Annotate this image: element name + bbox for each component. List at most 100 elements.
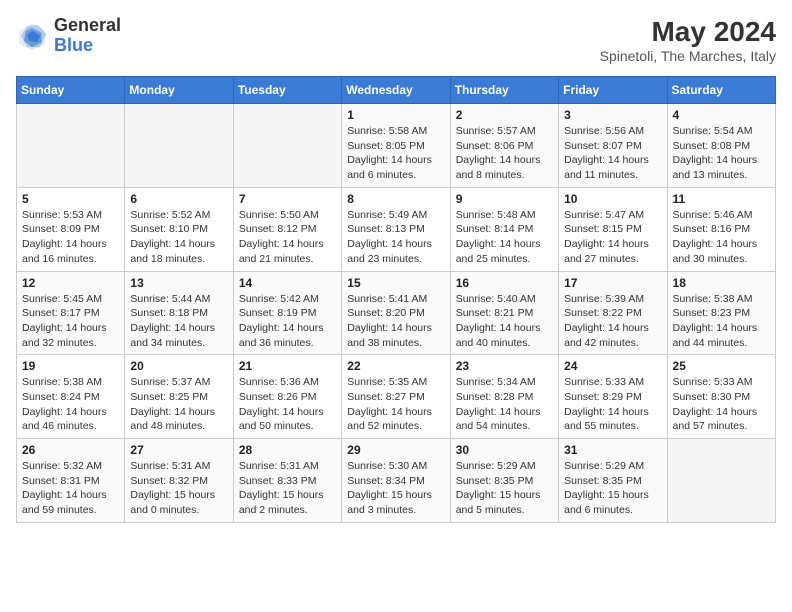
day-info: Sunrise: 5:41 AM Sunset: 8:20 PM Dayligh…: [347, 292, 444, 351]
day-info: Sunrise: 5:30 AM Sunset: 8:34 PM Dayligh…: [347, 459, 444, 518]
day-number: 25: [673, 359, 770, 373]
day-number: 29: [347, 443, 444, 457]
day-number: 8: [347, 192, 444, 206]
day-number: 20: [130, 359, 227, 373]
week-row-2: 5 Sunrise: 5:53 AM Sunset: 8:09 PM Daylig…: [17, 187, 776, 271]
day-number: 21: [239, 359, 336, 373]
day-cell: 26Sunrise: 5:32 AM Sunset: 8:31 PM Dayli…: [17, 439, 125, 523]
day-number: 27: [130, 443, 227, 457]
day-cell: 31Sunrise: 5:29 AM Sunset: 8:35 PM Dayli…: [559, 439, 667, 523]
day-info: Sunrise: 5:33 AM Sunset: 8:30 PM Dayligh…: [673, 375, 770, 434]
day-info: Sunrise: 5:29 AM Sunset: 8:35 PM Dayligh…: [456, 459, 553, 518]
day-info: Sunrise: 5:47 AM Sunset: 8:15 PM Dayligh…: [564, 208, 661, 267]
day-cell: [233, 104, 341, 188]
day-info: Sunrise: 5:40 AM Sunset: 8:21 PM Dayligh…: [456, 292, 553, 351]
day-cell: 23 Sunrise: 5:34 AM Sunset: 8:28 PM Dayli…: [450, 355, 558, 439]
day-info: Sunrise: 5:36 AM Sunset: 8:26 PM Dayligh…: [239, 375, 336, 434]
day-cell: 18 Sunrise: 5:38 AM Sunset: 8:23 PM Dayli…: [667, 271, 775, 355]
day-number: 11: [673, 192, 770, 206]
day-cell: 16 Sunrise: 5:40 AM Sunset: 8:21 PM Dayli…: [450, 271, 558, 355]
day-cell: 4 Sunrise: 5:54 AM Sunset: 8:08 PM Daylig…: [667, 104, 775, 188]
day-number: 12: [22, 276, 119, 290]
day-number: 9: [456, 192, 553, 206]
logo-blue: Blue: [54, 35, 93, 55]
day-number: 24: [564, 359, 661, 373]
day-cell: 7Sunrise: 5:50 AM Sunset: 8:12 PM Daylig…: [233, 187, 341, 271]
day-number: 13: [130, 276, 227, 290]
day-cell: 12 Sunrise: 5:45 AM Sunset: 8:17 PM Dayli…: [17, 271, 125, 355]
day-info: Sunrise: 5:42 AM Sunset: 8:19 PM Dayligh…: [239, 292, 336, 351]
week-row-1: 1 Sunrise: 5:58 AM Sunset: 8:05 PM Daylig…: [17, 104, 776, 188]
day-number: 1: [347, 108, 444, 122]
day-info: Sunrise: 5:34 AM Sunset: 8:28 PM Dayligh…: [456, 375, 553, 434]
day-cell: 17Sunrise: 5:39 AM Sunset: 8:22 PM Dayli…: [559, 271, 667, 355]
day-info: Sunrise: 5:53 AM Sunset: 8:09 PM Dayligh…: [22, 208, 119, 267]
day-info: Sunrise: 5:33 AM Sunset: 8:29 PM Dayligh…: [564, 375, 661, 434]
day-cell: 15Sunrise: 5:41 AM Sunset: 8:20 PM Dayli…: [342, 271, 450, 355]
day-info: Sunrise: 5:44 AM Sunset: 8:18 PM Dayligh…: [130, 292, 227, 351]
col-header-sunday: Sunday: [17, 77, 125, 104]
col-header-tuesday: Tuesday: [233, 77, 341, 104]
location: Spinetoli, The Marches, Italy: [600, 48, 776, 64]
day-info: Sunrise: 5:45 AM Sunset: 8:17 PM Dayligh…: [22, 292, 119, 351]
logo-icon: [16, 20, 48, 52]
day-number: 28: [239, 443, 336, 457]
day-cell: 9 Sunrise: 5:48 AM Sunset: 8:14 PM Daylig…: [450, 187, 558, 271]
day-cell: 6 Sunrise: 5:52 AM Sunset: 8:10 PM Daylig…: [125, 187, 233, 271]
day-cell: 29 Sunrise: 5:30 AM Sunset: 8:34 PM Dayli…: [342, 439, 450, 523]
day-cell: 1 Sunrise: 5:58 AM Sunset: 8:05 PM Daylig…: [342, 104, 450, 188]
day-cell: 10 Sunrise: 5:47 AM Sunset: 8:15 PM Dayli…: [559, 187, 667, 271]
day-info: Sunrise: 5:35 AM Sunset: 8:27 PM Dayligh…: [347, 375, 444, 434]
day-number: 16: [456, 276, 553, 290]
day-number: 7: [239, 192, 336, 206]
day-cell: [667, 439, 775, 523]
day-cell: 8 Sunrise: 5:49 AM Sunset: 8:13 PM Daylig…: [342, 187, 450, 271]
day-info: Sunrise: 5:38 AM Sunset: 8:23 PM Dayligh…: [673, 292, 770, 351]
day-number: 3: [564, 108, 661, 122]
day-cell: 20 Sunrise: 5:37 AM Sunset: 8:25 PM Dayli…: [125, 355, 233, 439]
day-info: Sunrise: 5:31 AM Sunset: 8:32 PM Dayligh…: [130, 459, 227, 518]
calendar-table: SundayMondayTuesdayWednesdayThursdayFrid…: [16, 76, 776, 523]
day-cell: 11 Sunrise: 5:46 AM Sunset: 8:16 PM Dayli…: [667, 187, 775, 271]
day-cell: 30 Sunrise: 5:29 AM Sunset: 8:35 PM Dayli…: [450, 439, 558, 523]
col-header-friday: Friday: [559, 77, 667, 104]
week-row-3: 12 Sunrise: 5:45 AM Sunset: 8:17 PM Dayli…: [17, 271, 776, 355]
week-row-4: 19 Sunrise: 5:38 AM Sunset: 8:24 PM Dayli…: [17, 355, 776, 439]
day-cell: [17, 104, 125, 188]
day-info: Sunrise: 5:29 AM Sunset: 8:35 PM Dayligh…: [564, 459, 661, 518]
col-header-thursday: Thursday: [450, 77, 558, 104]
day-cell: 22Sunrise: 5:35 AM Sunset: 8:27 PM Dayli…: [342, 355, 450, 439]
day-info: Sunrise: 5:49 AM Sunset: 8:13 PM Dayligh…: [347, 208, 444, 267]
day-info: Sunrise: 5:37 AM Sunset: 8:25 PM Dayligh…: [130, 375, 227, 434]
day-info: Sunrise: 5:52 AM Sunset: 8:10 PM Dayligh…: [130, 208, 227, 267]
day-info: Sunrise: 5:38 AM Sunset: 8:24 PM Dayligh…: [22, 375, 119, 434]
day-cell: 13 Sunrise: 5:44 AM Sunset: 8:18 PM Dayli…: [125, 271, 233, 355]
day-info: Sunrise: 5:54 AM Sunset: 8:08 PM Dayligh…: [673, 124, 770, 183]
day-info: Sunrise: 5:48 AM Sunset: 8:14 PM Dayligh…: [456, 208, 553, 267]
day-info: Sunrise: 5:32 AM Sunset: 8:31 PM Dayligh…: [22, 459, 119, 518]
day-number: 18: [673, 276, 770, 290]
col-header-monday: Monday: [125, 77, 233, 104]
day-cell: 5 Sunrise: 5:53 AM Sunset: 8:09 PM Daylig…: [17, 187, 125, 271]
day-number: 30: [456, 443, 553, 457]
day-info: Sunrise: 5:58 AM Sunset: 8:05 PM Dayligh…: [347, 124, 444, 183]
day-info: Sunrise: 5:57 AM Sunset: 8:06 PM Dayligh…: [456, 124, 553, 183]
day-cell: 25 Sunrise: 5:33 AM Sunset: 8:30 PM Dayli…: [667, 355, 775, 439]
day-cell: 14 Sunrise: 5:42 AM Sunset: 8:19 PM Dayli…: [233, 271, 341, 355]
day-cell: [125, 104, 233, 188]
logo-text: General Blue: [54, 16, 121, 56]
day-number: 6: [130, 192, 227, 206]
day-info: Sunrise: 5:46 AM Sunset: 8:16 PM Dayligh…: [673, 208, 770, 267]
day-cell: 27 Sunrise: 5:31 AM Sunset: 8:32 PM Dayli…: [125, 439, 233, 523]
logo: General Blue: [16, 16, 121, 56]
header-row: SundayMondayTuesdayWednesdayThursdayFrid…: [17, 77, 776, 104]
day-cell: 3Sunrise: 5:56 AM Sunset: 8:07 PM Daylig…: [559, 104, 667, 188]
day-number: 14: [239, 276, 336, 290]
day-number: 5: [22, 192, 119, 206]
month-title: May 2024: [600, 16, 776, 48]
day-cell: 2Sunrise: 5:57 AM Sunset: 8:06 PM Daylig…: [450, 104, 558, 188]
day-number: 10: [564, 192, 661, 206]
day-number: 19: [22, 359, 119, 373]
day-number: 23: [456, 359, 553, 373]
day-number: 4: [673, 108, 770, 122]
